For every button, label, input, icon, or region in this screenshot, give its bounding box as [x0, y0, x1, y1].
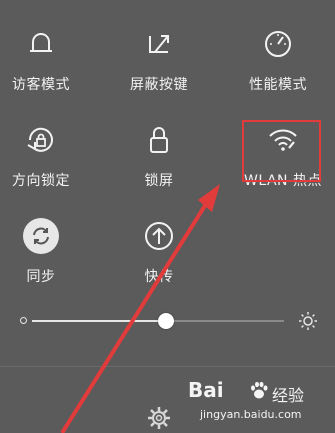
tile-label: 锁屏 [144, 173, 174, 189]
tile-label: 访客模式 [12, 77, 70, 93]
gear-icon[interactable] [146, 405, 172, 431]
tile-block-keys[interactable]: 屏蔽按键 [109, 26, 209, 94]
watermark-logo: Bai [188, 378, 224, 402]
paw-icon [251, 381, 268, 399]
highlight-box [242, 120, 321, 182]
rotation-lock-icon [27, 127, 53, 152]
tile-performance-mode[interactable]: 性能模式 [228, 26, 328, 94]
slider-track[interactable] [32, 313, 284, 329]
tile-label: 性能模式 [249, 77, 307, 93]
tile-quick-share[interactable]: 快传 [109, 218, 209, 286]
performance-icon [265, 31, 291, 57]
slider-fill [32, 320, 166, 322]
tile-label: 方向锁定 [12, 173, 70, 189]
sync-button[interactable] [23, 218, 59, 254]
tile-label: 屏蔽按键 [130, 77, 188, 93]
tile-label: 快传 [144, 269, 174, 285]
tile-rotation-lock[interactable]: 方向锁定 [0, 122, 91, 190]
baidu-watermark: Bai 经验 jingyan.baidu.com [188, 378, 328, 430]
tile-visitor-mode[interactable]: 访客模式 [0, 26, 91, 94]
brightness-low-icon [20, 317, 27, 324]
slider-thumb[interactable] [157, 313, 174, 329]
tile-label: 同步 [26, 269, 56, 285]
block-keys-icon [149, 35, 169, 53]
brightness-slider[interactable] [14, 308, 319, 334]
lock-icon [150, 127, 168, 153]
sync-icon [33, 227, 49, 245]
tile-sync[interactable]: 同步 [0, 218, 91, 286]
tile-lock-screen[interactable]: 锁屏 [109, 122, 209, 190]
watermark-suffix: 经验 [272, 386, 305, 405]
upload-icon [145, 222, 173, 250]
divider [0, 366, 335, 367]
visitor-icon [30, 33, 52, 52]
watermark-url: jingyan.baidu.com [200, 408, 302, 421]
brightness-sun-icon [299, 312, 317, 330]
